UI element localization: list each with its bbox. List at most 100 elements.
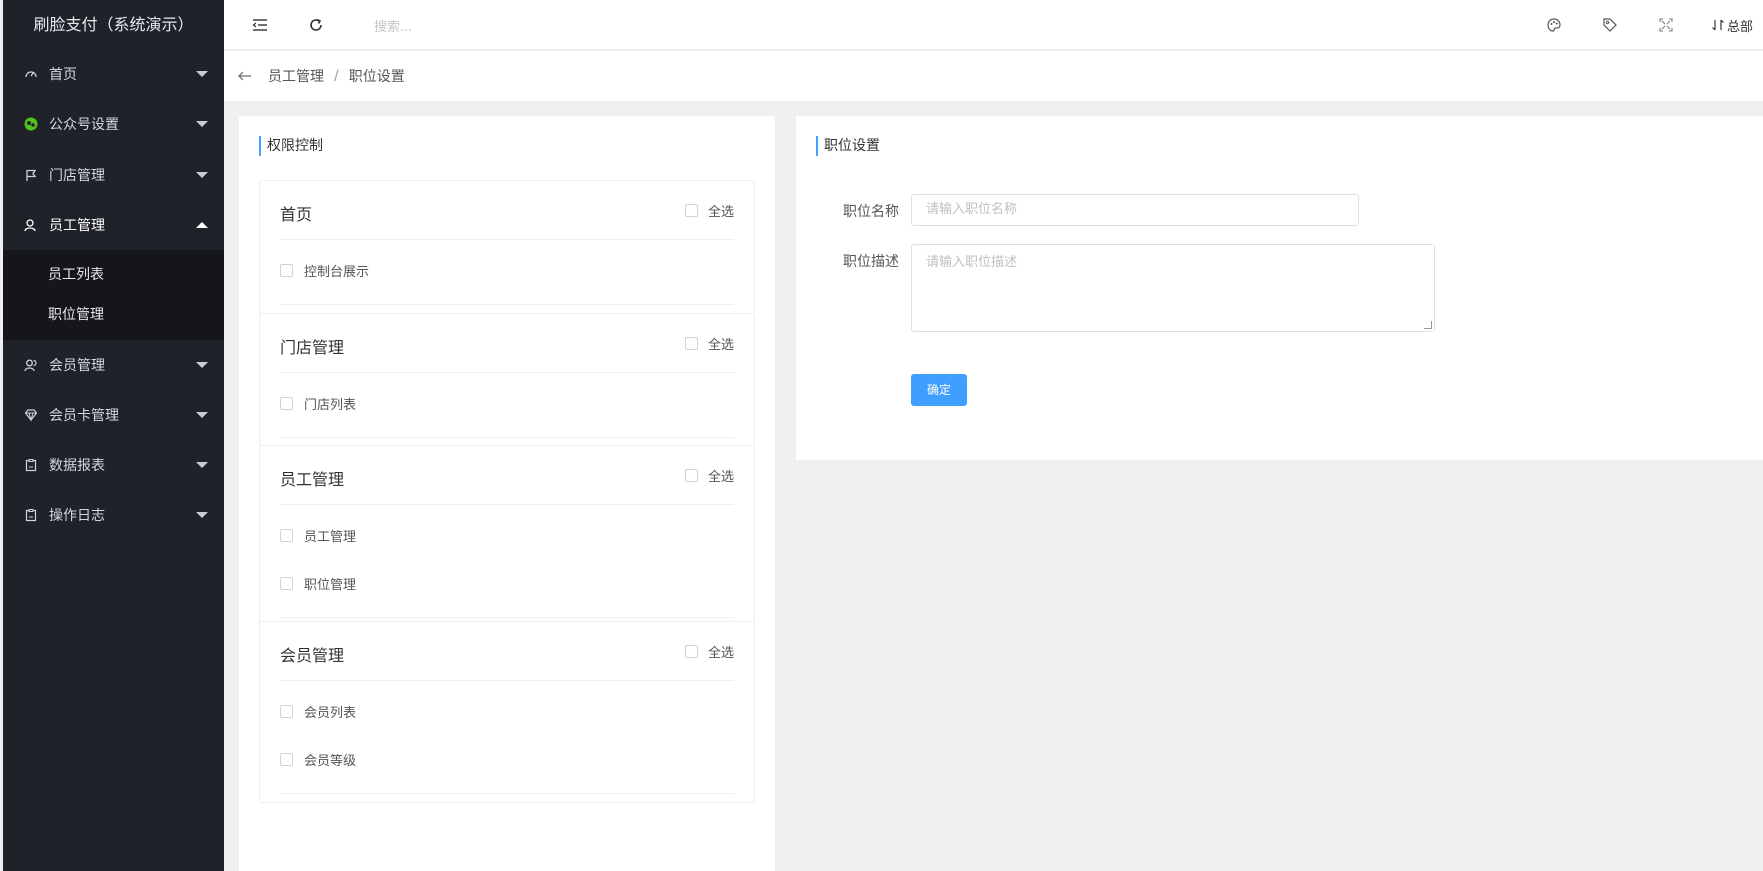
sidebar-item-stores[interactable]: 门店管理 xyxy=(3,150,224,200)
permission-group-staff: 员工管理 全选 员工管理 职位管理 xyxy=(259,445,755,627)
flag-icon xyxy=(23,167,39,183)
permission-checkbox[interactable]: 会员列表 xyxy=(280,687,734,735)
search-input[interactable]: 搜索... xyxy=(374,16,412,35)
permission-label: 会员列表 xyxy=(304,705,357,721)
checkbox-box[interactable] xyxy=(684,645,698,658)
select-all-label: 全选 xyxy=(707,205,734,220)
position-name-input[interactable]: 请输入职位名称 xyxy=(911,194,1359,226)
permission-label: 职位管理 xyxy=(304,577,357,593)
sidebar-item-staff[interactable]: 员工管理 xyxy=(3,200,224,250)
app-title: 刷脸支付（系统演示） xyxy=(33,15,194,34)
permissions-title: 权限控制 xyxy=(259,136,323,156)
position-form-panel: 职位设置 职位名称 请输入职位名称 职位描述 请输入职位描述 确定 xyxy=(796,116,1763,460)
sidebar-subitem-position-manage[interactable]: 职位管理 xyxy=(3,295,224,335)
permission-label: 员工管理 xyxy=(304,529,357,545)
checkbox-box[interactable] xyxy=(280,576,293,590)
breadcrumb-parent[interactable]: 员工管理 xyxy=(268,66,324,86)
permission-group-title: 门店管理 xyxy=(280,338,345,357)
checkbox-box[interactable] xyxy=(684,469,698,482)
sidebar: 刷脸支付（系统演示） 首页 公众号设置 门店管理 员工管理 员工列表 职位管理 … xyxy=(3,0,224,871)
permission-checkbox[interactable]: 员工管理 xyxy=(280,511,734,559)
sidebar-item-label: 员工管理 xyxy=(49,218,105,234)
checkbox-box[interactable] xyxy=(280,528,293,542)
select-all-checkbox[interactable]: 全选 xyxy=(684,466,734,485)
permission-group-items: 门店列表 xyxy=(280,373,734,438)
position-form-title: 职位设置 xyxy=(816,136,880,156)
dashboard-icon xyxy=(23,66,39,82)
position-desc-label: 职位描述 xyxy=(843,254,899,270)
chevron-down-icon xyxy=(196,121,208,127)
sidebar-item-label: 公众号设置 xyxy=(49,117,119,133)
position-desc-textarea[interactable]: 请输入职位描述 xyxy=(911,244,1435,332)
select-all-checkbox[interactable]: 全选 xyxy=(684,201,734,220)
permission-group-title: 会员管理 xyxy=(280,646,345,665)
permission-group-items: 控制台展示 xyxy=(280,240,734,305)
palette-icon[interactable] xyxy=(1544,15,1564,35)
sidebar-item-label: 数据报表 xyxy=(49,458,105,474)
permission-checkbox[interactable]: 控制台展示 xyxy=(280,246,734,294)
chevron-down-icon xyxy=(196,512,208,518)
permission-group-header: 会员管理 全选 xyxy=(280,622,734,681)
permission-checkbox[interactable]: 职位管理 xyxy=(280,559,734,607)
sidebar-item-label: 门店管理 xyxy=(49,168,105,184)
position-name-label: 职位名称 xyxy=(843,204,899,220)
checkbox-box[interactable] xyxy=(280,704,293,718)
breadcrumb: 员工管理 / 职位设置 xyxy=(224,51,1763,101)
permission-group-stores: 门店管理 全选 门店列表 xyxy=(259,313,755,447)
breadcrumb-separator: / xyxy=(334,68,339,84)
chevron-down-icon xyxy=(196,71,208,77)
org-switcher-label[interactable]: 总部 xyxy=(1727,16,1753,35)
sidebar-item-logs[interactable]: 操作日志 xyxy=(3,490,224,540)
sidebar-item-label: 会员管理 xyxy=(49,358,105,374)
sidebar-subitem-staff-list[interactable]: 员工列表 xyxy=(3,255,224,295)
permission-checkbox[interactable]: 门店列表 xyxy=(280,379,734,427)
users-icon xyxy=(23,357,39,373)
permission-group-header: 员工管理 全选 xyxy=(280,446,734,505)
select-all-label: 全选 xyxy=(707,470,734,485)
permission-group-items: 员工管理 职位管理 xyxy=(280,505,734,618)
user-icon xyxy=(23,217,39,233)
tag-icon[interactable] xyxy=(1600,15,1620,35)
chevron-down-icon xyxy=(196,462,208,468)
staff-submenu: 员工列表 职位管理 xyxy=(3,250,224,340)
chevron-down-icon xyxy=(196,412,208,418)
select-all-label: 全选 xyxy=(707,338,734,353)
sidebar-item-label: 首页 xyxy=(49,67,77,83)
arrow-left-icon[interactable] xyxy=(238,70,252,82)
sidebar-item-label: 操作日志 xyxy=(49,508,105,524)
permission-checkbox[interactable]: 会员等级 xyxy=(280,735,734,783)
permission-group-header: 门店管理 全选 xyxy=(280,314,734,373)
chevron-down-icon xyxy=(196,362,208,368)
permission-label: 会员等级 xyxy=(304,753,357,769)
select-all-checkbox[interactable]: 全选 xyxy=(684,642,734,661)
sidebar-item-home[interactable]: 首页 xyxy=(3,50,224,98)
fullscreen-icon[interactable] xyxy=(1656,15,1676,35)
permissions-panel: 权限控制 首页 全选 控制台展示 门店管理 全选 门店列表 员工管理 全选 员工… xyxy=(239,116,775,871)
checkbox-box[interactable] xyxy=(280,752,293,766)
wechat-icon xyxy=(23,116,39,132)
resize-handle-icon[interactable] xyxy=(1424,321,1432,329)
menu-fold-icon[interactable] xyxy=(250,15,270,35)
clipboard-icon xyxy=(23,457,39,473)
confirm-button[interactable]: 确定 xyxy=(911,374,967,406)
permission-group-home: 首页 全选 控制台展示 xyxy=(259,180,755,314)
permission-group-title: 员工管理 xyxy=(280,470,345,489)
select-all-checkbox[interactable]: 全选 xyxy=(684,334,734,353)
checkbox-box[interactable] xyxy=(280,396,293,410)
sidebar-item-members[interactable]: 会员管理 xyxy=(3,340,224,390)
position-desc-placeholder: 请输入职位描述 xyxy=(926,255,1018,270)
checkbox-box[interactable] xyxy=(684,204,698,217)
clipboard-icon xyxy=(23,507,39,523)
sidebar-item-wechat[interactable]: 公众号设置 xyxy=(3,98,224,150)
permission-group-header: 首页 全选 xyxy=(280,181,734,240)
sidebar-item-label: 会员卡管理 xyxy=(49,408,119,424)
sidebar-item-reports[interactable]: 数据报表 xyxy=(3,440,224,490)
permission-group-members: 会员管理 全选 会员列表 会员等级 xyxy=(259,621,755,803)
checkbox-box[interactable] xyxy=(280,263,293,277)
permission-group-items: 会员列表 会员等级 xyxy=(280,681,734,794)
switch-icon[interactable] xyxy=(1708,15,1728,35)
checkbox-box[interactable] xyxy=(684,337,698,350)
sidebar-item-member-cards[interactable]: 会员卡管理 xyxy=(3,390,224,440)
topbar: 搜索... 总部 xyxy=(224,0,1763,50)
refresh-icon[interactable] xyxy=(306,15,326,35)
